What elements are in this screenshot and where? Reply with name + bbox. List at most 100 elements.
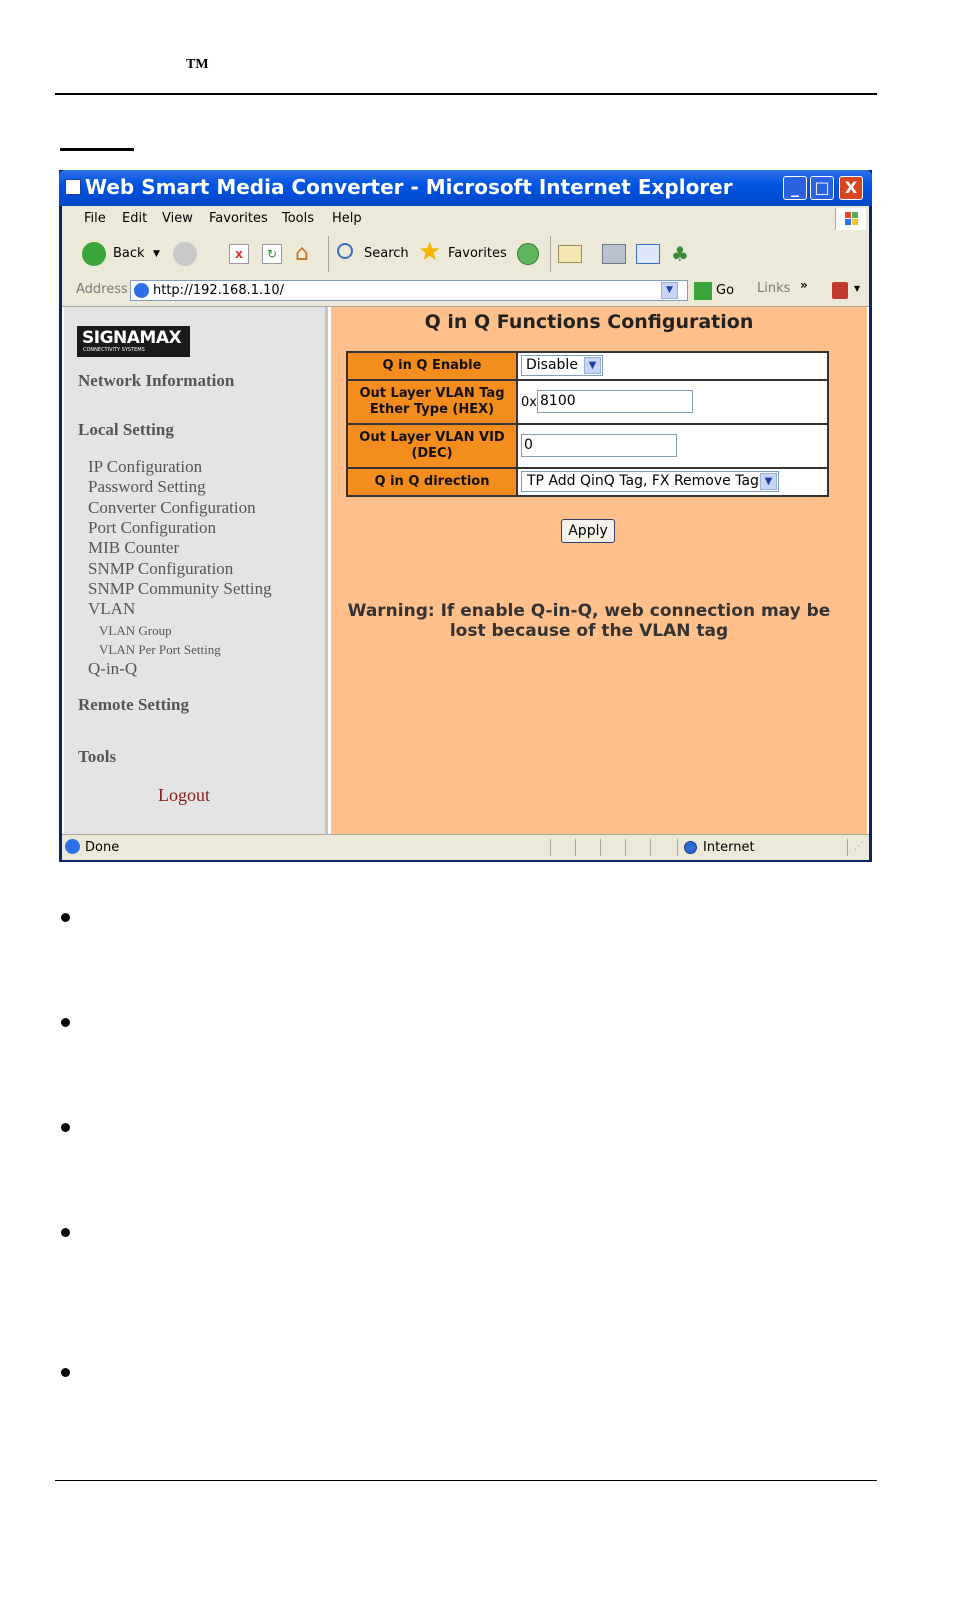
nav-snmp-community-setting[interactable]: SNMP Community Setting [88, 579, 272, 599]
nav-port-configuration[interactable]: Port Configuration [88, 518, 216, 538]
vlan-vid-label-line2: (DEC) [411, 446, 453, 461]
pdf-icon[interactable] [832, 282, 848, 299]
minimize-button[interactable]: _ [783, 176, 807, 200]
address-bar: Address http://192.168.1.10/ ▼ Go Links … [62, 276, 869, 307]
favorites-star-icon[interactable]: ★ [418, 238, 441, 266]
nav-q-in-q[interactable]: Q-in-Q [88, 659, 137, 679]
ie-page-icon [65, 179, 81, 195]
close-button[interactable]: X [839, 176, 863, 200]
window-title: Web Smart Media Converter - Microsoft In… [85, 175, 733, 199]
search-button[interactable]: Search [364, 246, 409, 261]
nav-local-setting[interactable]: Local Setting [78, 420, 174, 440]
links-button[interactable]: Links [757, 281, 790, 296]
mail-icon[interactable] [558, 245, 582, 263]
nav-snmp-configuration[interactable]: SNMP Configuration [88, 559, 233, 579]
logout-link[interactable]: Logout [158, 785, 210, 806]
qinq-enable-label: Q in Q Enable [348, 353, 518, 379]
ether-type-label-line2: Ether Type (HEX) [369, 402, 495, 417]
favorites-button[interactable]: Favorites [448, 246, 507, 261]
ether-type-label-line1: Out Layer VLAN Tag [359, 386, 505, 401]
bullet [61, 1123, 70, 1132]
bullet [61, 1368, 70, 1377]
nav-ip-configuration[interactable]: IP Configuration [88, 457, 202, 477]
back-dropdown-icon[interactable]: ▼ [153, 249, 160, 259]
nav-vlan[interactable]: VLAN [88, 599, 135, 619]
nav-mib-counter[interactable]: MIB Counter [88, 538, 179, 558]
menu-bar: File Edit View Favorites Tools Help [62, 206, 869, 232]
status-divider [550, 839, 551, 856]
nav-tools[interactable]: Tools [78, 747, 116, 767]
page-title: Q in Q Functions Configuration [424, 311, 754, 333]
logo-text: SIGNAMAX [82, 328, 182, 348]
history-icon[interactable] [517, 243, 539, 265]
menu-edit[interactable]: Edit [122, 211, 147, 226]
menu-favorites[interactable]: Favorites [209, 211, 268, 226]
home-icon[interactable]: ⌂ [295, 242, 319, 266]
forward-arrow-icon[interactable] [173, 242, 197, 266]
ie-page-icon [134, 283, 149, 298]
menu-tools[interactable]: Tools [282, 211, 314, 226]
nav-frame: SIGNAMAX CONNECTIVITY SYSTEMS Network In… [64, 307, 328, 834]
qinq-direction-select[interactable]: TP Add QinQ Tag, FX Remove Tag ▼ [521, 471, 779, 492]
toolbar-divider [328, 236, 329, 272]
ether-type-input[interactable]: 8100 [537, 390, 693, 413]
nav-remote-setting[interactable]: Remote Setting [78, 695, 189, 715]
status-text: Done [85, 840, 120, 855]
status-divider [575, 839, 576, 856]
pdf-dropdown-icon[interactable]: ▼ [854, 284, 860, 293]
vlan-vid-input[interactable]: 0 [521, 434, 677, 457]
address-dropdown-icon[interactable]: ▼ [661, 282, 678, 299]
messenger-icon[interactable]: ♣ [671, 242, 689, 266]
go-button[interactable]: Go [716, 283, 734, 298]
warning-line1: Warning: If enable Q-in-Q, web connectio… [347, 601, 831, 621]
menu-view[interactable]: View [162, 211, 193, 226]
back-arrow-icon[interactable] [82, 242, 106, 266]
title-bar: Web Smart Media Converter - Microsoft In… [59, 170, 872, 206]
refresh-icon[interactable]: ↻ [262, 244, 282, 264]
stop-icon[interactable]: x [229, 244, 249, 264]
resize-grip-icon[interactable]: ⋰ [854, 841, 864, 852]
warning-line2: lost because of the VLAN tag [449, 621, 729, 641]
header-rule [55, 93, 877, 95]
ether-type-prefix: 0x [521, 395, 537, 410]
globe-icon [684, 841, 697, 854]
logo-subtext: CONNECTIVITY SYSTEMS [83, 347, 145, 353]
warning-message: Warning: If enable Q-in-Q, web connectio… [331, 601, 847, 641]
address-label: Address [76, 282, 128, 297]
nav-converter-configuration[interactable]: Converter Configuration [88, 498, 256, 518]
toolbar: Back ▼ x ↻ ⌂ Search ★ Favorites ♣ [62, 232, 869, 276]
maximize-button[interactable]: □ [810, 176, 834, 200]
search-icon[interactable] [337, 243, 353, 259]
menu-help[interactable]: Help [332, 211, 362, 226]
nav-network-information[interactable]: Network Information [78, 371, 234, 391]
back-button[interactable]: Back [113, 246, 145, 261]
nav-vlan-group[interactable]: VLAN Group [99, 623, 172, 639]
edit-icon[interactable] [636, 244, 660, 264]
qinq-enable-select[interactable]: Disable ▼ [521, 355, 603, 376]
menu-file[interactable]: File [84, 211, 106, 226]
status-divider [625, 839, 626, 856]
address-input[interactable]: http://192.168.1.10/ ▼ [130, 280, 688, 301]
status-divider [677, 839, 678, 856]
apply-button[interactable]: Apply [561, 519, 615, 543]
status-divider [600, 839, 601, 856]
chevron-right-icon[interactable]: » [800, 278, 808, 292]
main-frame: Q in Q Functions Configuration Q in Q En… [331, 307, 867, 834]
ether-type-label: Out Layer VLAN Tag Ether Type (HEX) [348, 381, 518, 423]
signamax-logo: SIGNAMAX CONNECTIVITY SYSTEMS [77, 326, 190, 357]
chevron-down-icon: ▼ [584, 357, 601, 374]
print-icon[interactable] [602, 244, 626, 264]
qinq-direction-label: Q in Q direction [348, 469, 518, 495]
bullet [61, 1018, 70, 1027]
zone-text: Internet [703, 840, 755, 855]
nav-vlan-per-port-setting[interactable]: VLAN Per Port Setting [99, 642, 221, 658]
nav-password-setting[interactable]: Password Setting [88, 477, 206, 497]
footer-rule [55, 1480, 877, 1481]
bullet [61, 1228, 70, 1237]
go-arrow-icon[interactable] [694, 282, 712, 300]
status-divider [650, 839, 651, 856]
qinq-enable-value: Disable [526, 357, 578, 373]
status-divider [847, 839, 848, 856]
address-url: http://192.168.1.10/ [153, 283, 285, 298]
config-table: Q in Q Enable Disable ▼ Out Layer VLAN T… [346, 351, 829, 497]
